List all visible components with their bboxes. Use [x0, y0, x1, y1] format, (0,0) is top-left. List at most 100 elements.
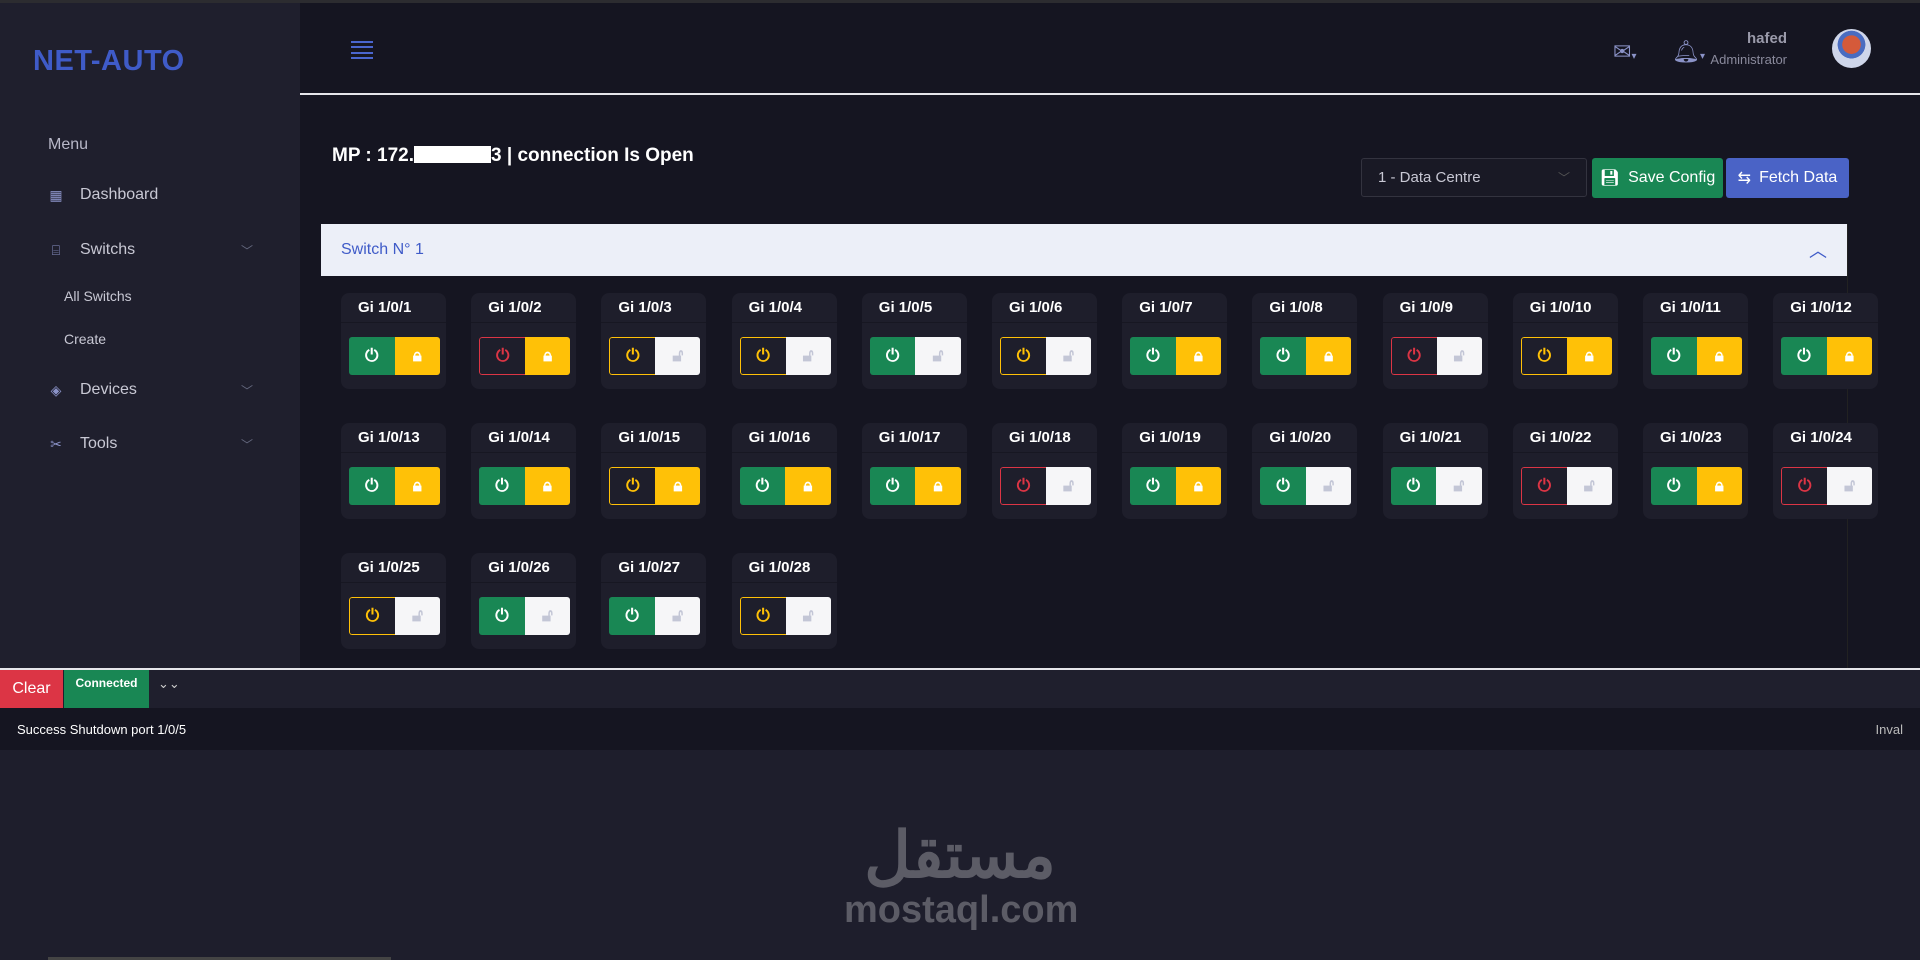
power-toggle-button[interactable]: ⏻ [479, 337, 526, 375]
power-toggle-button[interactable]: ⏻ [349, 597, 395, 635]
lock-toggle-button[interactable]: 🔓︎ [785, 337, 831, 375]
power-toggle-button[interactable]: ⏻ [609, 467, 656, 505]
chevrons-down-icon[interactable]: ⌄⌄ [158, 676, 180, 692]
power-toggle-button[interactable]: ⏻ [609, 597, 655, 635]
lock-toggle-button[interactable]: 🔓︎ [655, 337, 701, 375]
lock-toggle-button[interactable]: 🔓︎ [654, 597, 701, 635]
lock-toggle-button[interactable]: 🔒︎ [1566, 337, 1612, 375]
power-toggle-button[interactable]: ⏻ [479, 597, 525, 635]
lock-toggle-button[interactable]: 🔓︎ [1436, 337, 1482, 375]
lock-toggle-button[interactable]: 🔒︎ [525, 337, 571, 375]
power-toggle-button[interactable]: ⏻ [1130, 467, 1176, 505]
lock-toggle-button[interactable]: 🔒︎ [1696, 337, 1742, 375]
port-controls: ⏻ 🔒︎ [739, 467, 831, 505]
hamburger-menu-icon[interactable] [351, 41, 373, 59]
lock-toggle-button[interactable]: 🔓︎ [915, 337, 961, 375]
port-tile: Gi 1/0/22 ⏻ 🔓︎ [1512, 423, 1618, 519]
bell-icon[interactable]: 🔔︎▾ [1672, 39, 1705, 65]
lock-icon: 🔒︎ [412, 476, 422, 495]
power-toggle-button[interactable]: ⏻ [1390, 467, 1437, 505]
sidebar-item-tools[interactable]: ✂ Tools ﹀ [48, 435, 253, 453]
power-toggle-button[interactable]: ⏻ [1260, 467, 1306, 505]
datacentre-select[interactable]: 1 - Data Centre ﹀ [1361, 158, 1587, 197]
port-controls: ⏻ 🔒︎ [1130, 337, 1222, 375]
port-controls: ⏻ 🔓︎ [869, 337, 961, 375]
sidebar-subitem-all-switchs[interactable]: All Switchs [64, 288, 132, 304]
lock-toggle-button[interactable]: 🔒︎ [1696, 467, 1742, 505]
power-toggle-button[interactable]: ⏻ [1260, 337, 1306, 375]
lock-toggle-button[interactable]: 🔒︎ [785, 467, 831, 505]
power-toggle-button[interactable]: ⏻ [609, 337, 656, 375]
lock-toggle-button[interactable]: 🔒︎ [655, 467, 701, 505]
fetch-data-button[interactable]: ⇆ Fetch Data [1726, 158, 1849, 198]
port-controls: ⏻ 🔒︎ [349, 337, 440, 375]
lock-toggle-button[interactable]: 🔒︎ [915, 467, 961, 505]
lock-toggle-button[interactable]: 🔓︎ [1436, 467, 1482, 505]
power-icon: ⏻ [1016, 346, 1031, 365]
port-name: Gi 1/0/24 [1773, 423, 1879, 453]
lock-toggle-button[interactable]: 🔓︎ [395, 597, 440, 635]
port-controls: ⏻ 🔒︎ [1260, 337, 1352, 375]
sidebar-subitem-create[interactable]: Create [64, 331, 106, 347]
sidebar-item-switchs[interactable]: ⌸ Switchs ﹀ [48, 241, 253, 259]
power-toggle-button[interactable]: ⏻ [1390, 337, 1437, 375]
lock-toggle-button[interactable]: 🔒︎ [524, 467, 571, 505]
title-prefix: MP : 172. [332, 145, 415, 166]
lock-toggle-button[interactable]: 🔓︎ [1046, 337, 1091, 375]
power-toggle-button[interactable]: ⏻ [869, 467, 916, 505]
power-icon: ⏻ [1276, 346, 1290, 365]
lock-toggle-button[interactable]: 🔓︎ [1305, 467, 1352, 505]
power-toggle-button[interactable]: ⏻ [479, 467, 525, 505]
power-toggle-button[interactable]: ⏻ [739, 337, 786, 375]
power-toggle-button[interactable]: ⏻ [1520, 337, 1567, 375]
power-toggle-button[interactable]: ⏻ [739, 467, 786, 505]
save-config-button[interactable]: 💾︎ Save Config [1592, 158, 1723, 198]
port-controls: ⏻ 🔒︎ [609, 467, 701, 505]
lock-icon: 🔒︎ [1193, 346, 1203, 365]
lock-toggle-button[interactable]: 🔒︎ [394, 467, 440, 505]
power-toggle-button[interactable]: ⏻ [1651, 467, 1697, 505]
sidebar-item-dashboard[interactable]: ▦ Dashboard [48, 186, 253, 204]
chevron-up-icon[interactable]: ︿ [1809, 237, 1827, 263]
fetch-label: Fetch Data [1759, 169, 1838, 186]
power-toggle-button[interactable]: ⏻ [1000, 467, 1046, 505]
power-toggle-button[interactable]: ⏻ [349, 337, 395, 375]
lock-toggle-button[interactable]: 🔓︎ [1566, 467, 1612, 505]
unlock-icon: 🔓︎ [1453, 346, 1465, 365]
power-toggle-button[interactable]: ⏻ [1000, 337, 1046, 375]
port-tile: Gi 1/0/8 ⏻ 🔒︎ [1252, 293, 1358, 389]
lock-toggle-button[interactable]: 🔒︎ [1175, 467, 1222, 505]
power-toggle-button[interactable]: ⏻ [739, 597, 786, 635]
switch-card-header[interactable]: Switch N° 1 ︿ [321, 224, 1847, 276]
lock-toggle-button[interactable]: 🔒︎ [1175, 337, 1222, 375]
power-toggle-button[interactable]: ⏻ [1651, 337, 1697, 375]
lock-icon: 🔒︎ [803, 476, 813, 495]
user-name[interactable]: hafed [1747, 30, 1787, 47]
power-icon: ⏻ [1797, 476, 1812, 495]
sidebar-item-devices[interactable]: ◈ Devices ﹀ [48, 381, 253, 399]
logo[interactable]: NET-AUTO [33, 45, 185, 78]
lock-toggle-button[interactable]: 🔓︎ [1046, 467, 1091, 505]
power-toggle-button[interactable]: ⏻ [869, 337, 916, 375]
power-toggle-button[interactable]: ⏻ [1781, 467, 1828, 505]
power-toggle-button[interactable]: ⏻ [1130, 337, 1176, 375]
lock-icon: 🔒︎ [542, 476, 552, 495]
lock-toggle-button[interactable]: 🔓︎ [785, 597, 831, 635]
lock-toggle-button[interactable]: 🔒︎ [1826, 337, 1873, 375]
clear-button[interactable]: Clear [0, 670, 63, 708]
lock-toggle-button[interactable]: 🔓︎ [1827, 467, 1873, 505]
power-toggle-button[interactable]: ⏻ [1520, 467, 1567, 505]
chevron-down-icon: ﹀ [1557, 171, 1570, 185]
power-icon: ⏻ [1406, 476, 1421, 495]
lock-toggle-button[interactable]: 🔒︎ [1305, 337, 1352, 375]
lock-toggle-button[interactable]: 🔒︎ [394, 337, 440, 375]
power-icon: ⏻ [1667, 346, 1681, 365]
avatar[interactable] [1832, 29, 1871, 68]
port-controls: ⏻ 🔒︎ [479, 467, 571, 505]
lock-toggle-button[interactable]: 🔓︎ [524, 597, 571, 635]
mail-icon[interactable]: ✉▾ [1613, 39, 1636, 65]
port-name: Gi 1/0/13 [341, 423, 446, 453]
lock-icon: 🔒︎ [543, 346, 553, 365]
power-toggle-button[interactable]: ⏻ [1781, 337, 1827, 375]
power-toggle-button[interactable]: ⏻ [349, 467, 395, 505]
